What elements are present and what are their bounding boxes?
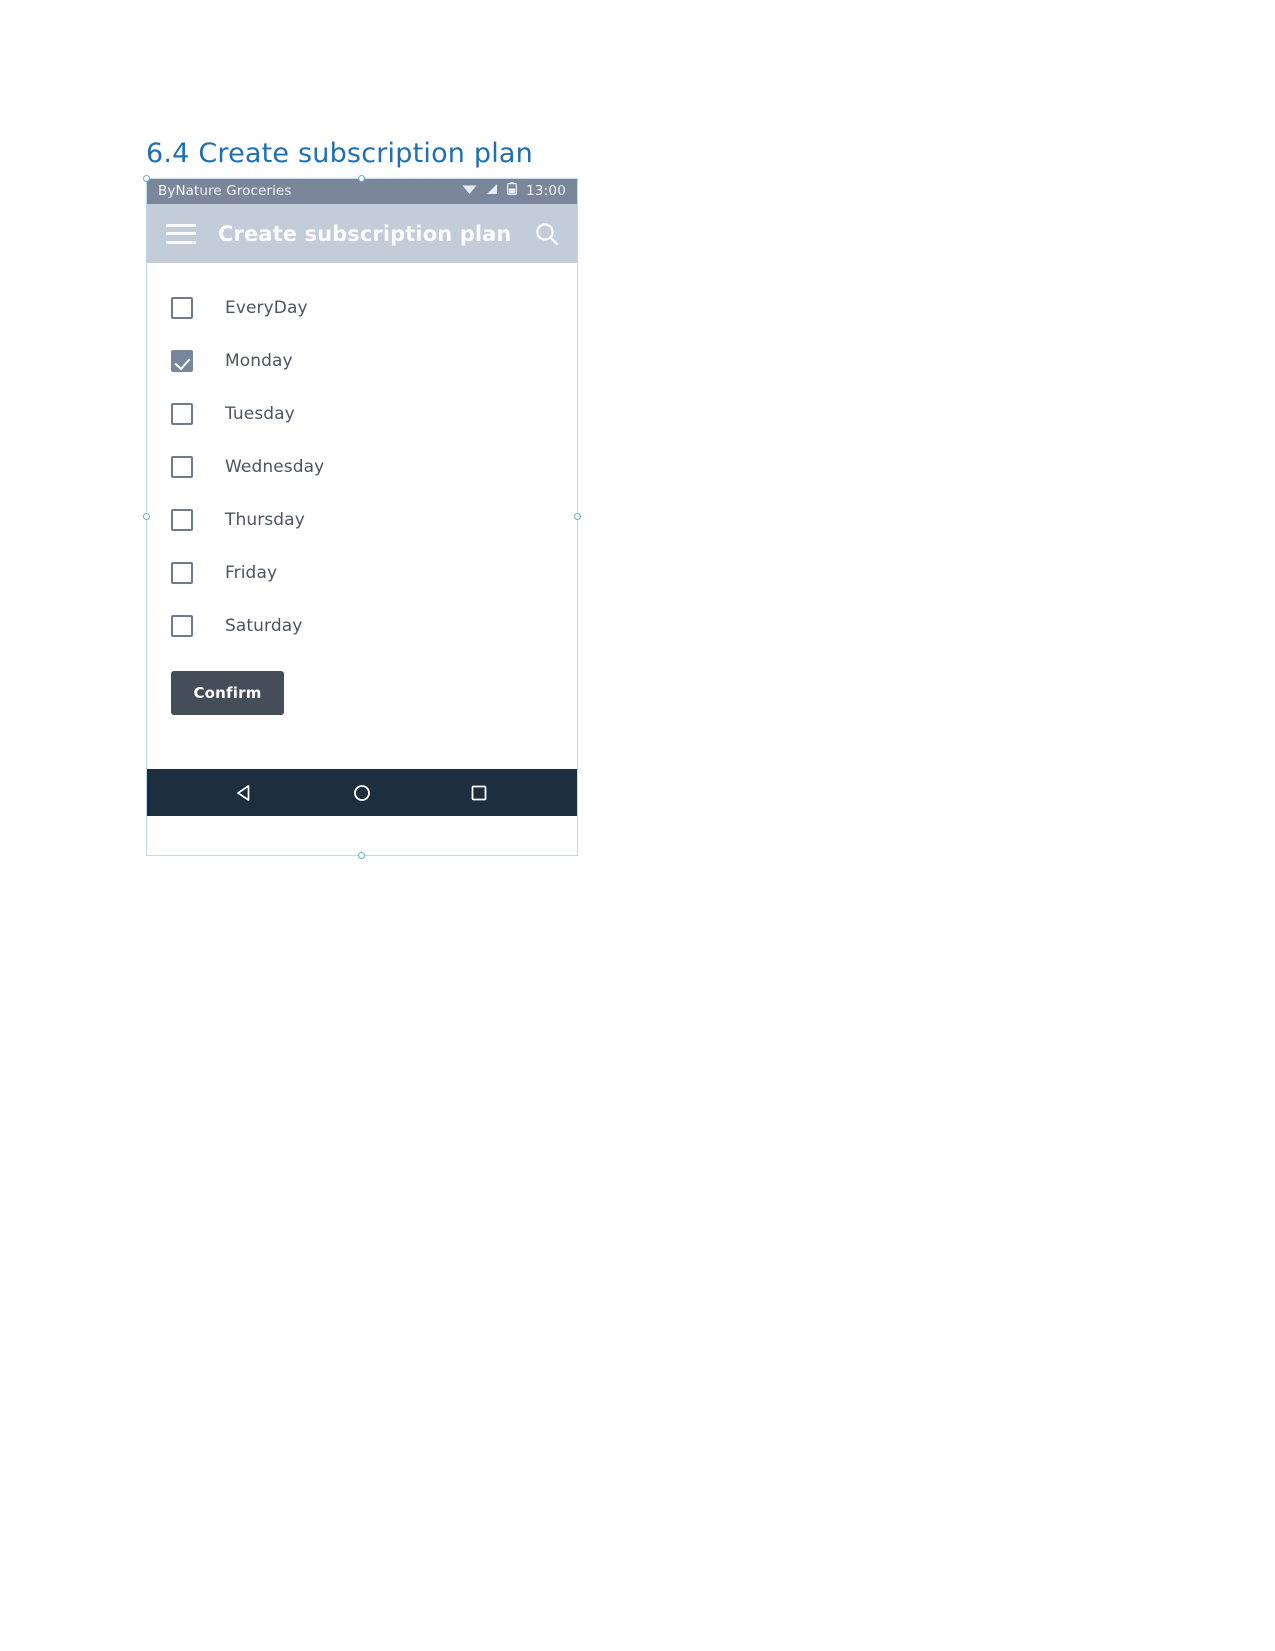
list-item-label: Saturday [225,615,303,636]
hamburger-menu-icon[interactable] [166,223,196,244]
list-item-label: Monday [225,350,293,371]
list-item[interactable]: EveryDay [146,281,578,334]
list-item-label: Friday [225,562,278,583]
cell-signal-icon [486,182,498,200]
list-item[interactable]: Tuesday [146,387,578,440]
confirm-button[interactable]: Confirm [171,671,284,715]
checkbox-wednesday[interactable] [171,455,193,478]
checkbox-monday[interactable] [171,349,193,372]
app-bar-title: Create subscription plan [218,221,512,246]
recents-square-icon[interactable] [462,776,496,810]
status-bar-clock: 13:00 [526,183,566,199]
checkbox-saturday[interactable] [171,614,193,637]
checkbox-friday[interactable] [171,561,193,584]
status-bar: ByNature Groceries 13:00 [146,178,578,204]
list-item[interactable]: Saturday [146,599,578,652]
search-icon[interactable] [534,221,560,247]
checkbox-tuesday[interactable] [171,402,193,425]
list-item-label: Thursday [225,509,305,530]
day-selection-list: EveryDay Monday Tuesday Wednesday Thursd… [146,263,578,769]
page-title: 6.4 Create subscription plan [146,138,533,169]
list-item[interactable]: Monday [146,334,578,387]
list-item-label: Wednesday [225,456,325,477]
android-nav-bar [146,769,578,816]
list-item[interactable]: Friday [146,546,578,599]
list-item-label: Tuesday [225,403,295,424]
back-triangle-icon[interactable] [228,776,262,810]
battery-icon [507,182,518,200]
list-item[interactable]: Thursday [146,493,578,546]
checkbox-thursday[interactable] [171,508,193,531]
wifi-icon [462,182,477,200]
home-circle-icon[interactable] [345,776,379,810]
phone-mockup: ByNature Groceries 13:00 Create subscrip… [146,178,578,856]
checkbox-everyday[interactable] [171,296,193,319]
status-bar-icons: 13:00 [462,182,566,200]
status-bar-app-name: ByNature Groceries [158,183,292,199]
list-item-label: EveryDay [225,297,308,318]
app-bar: Create subscription plan [146,204,578,263]
list-item[interactable]: Wednesday [146,440,578,493]
